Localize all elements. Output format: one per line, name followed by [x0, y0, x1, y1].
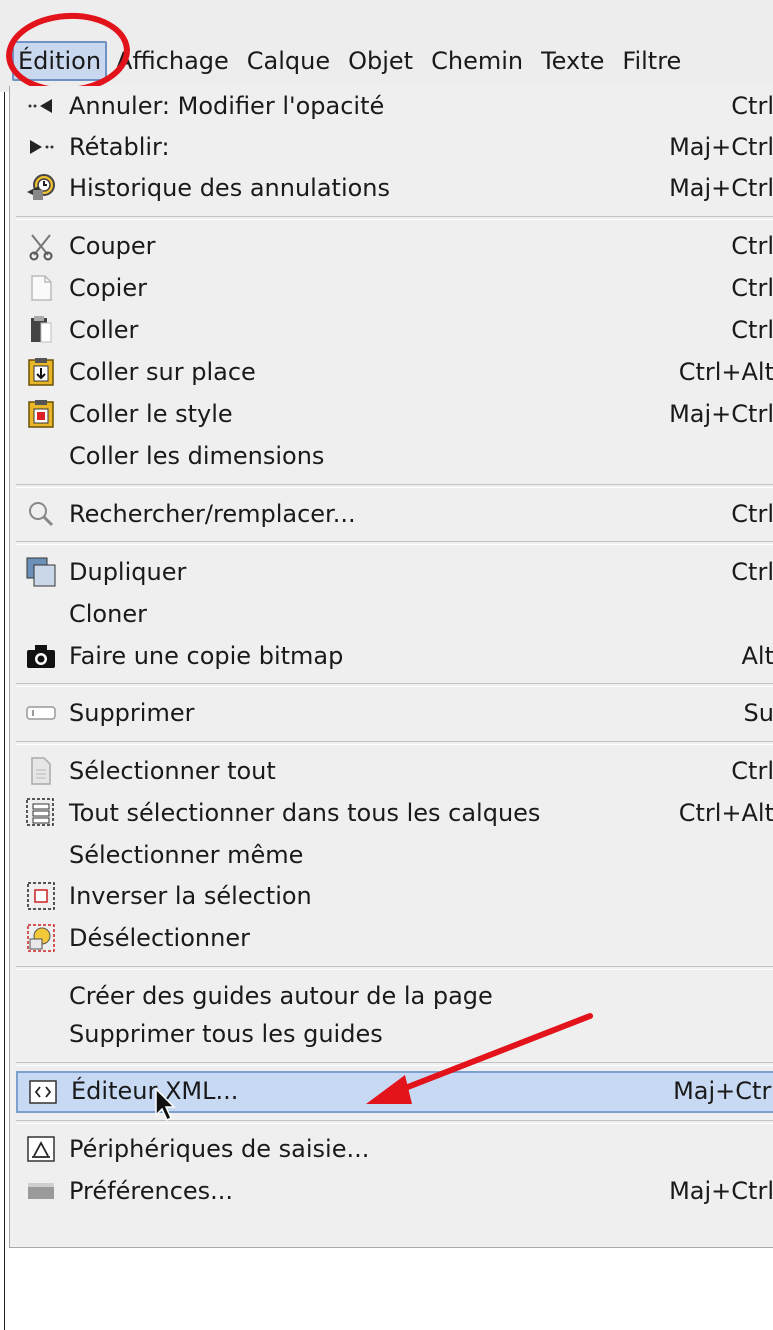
- menu-item-label: Supprimer tous les guides: [69, 1020, 383, 1048]
- menu-item-label: Copier: [69, 274, 147, 302]
- camera-icon: [24, 639, 58, 673]
- window-edge: [0, 92, 5, 1330]
- deselect-icon: [24, 921, 58, 955]
- menu-item-shortcut: Ctrl: [731, 274, 773, 302]
- menu-item-annuler[interactable]: Annuler: Modifier l'opacité Ctrl: [10, 86, 773, 126]
- delete-icon: [24, 696, 58, 730]
- invert-selection-icon: [24, 879, 58, 913]
- menu-item-label: Désélectionner: [69, 924, 250, 952]
- menu-item-shortcut: Maj+Ctrl: [669, 174, 773, 202]
- menu-item-inverser-selection[interactable]: Inverser la sélection: [10, 876, 770, 916]
- menu-item-shortcut: Maj+Ctrl: [669, 133, 773, 161]
- menu-item-coller-sur-place[interactable]: Coller sur place Ctrl+Alt: [10, 352, 773, 392]
- menu-item-shortcut: Ctrl+Alt: [678, 799, 773, 827]
- menu-item-copier[interactable]: Copier Ctrl: [10, 268, 773, 308]
- menu-item-selectionner-tout[interactable]: Sélectionner tout Ctrl: [10, 751, 773, 791]
- menu-item-shortcut: Maj+Ctrl: [669, 400, 773, 428]
- menu-item-shortcut: Ctrl+Alt: [678, 358, 773, 386]
- select-all-layers-icon: [24, 796, 58, 830]
- menu-item-shortcut: Su: [743, 699, 773, 727]
- menu-item-label: Couper: [69, 232, 156, 260]
- menu-item-rechercher[interactable]: Rechercher/remplacer... Ctrl: [10, 494, 773, 534]
- redo-icon: [24, 130, 58, 164]
- menu-item-label: Rechercher/remplacer...: [69, 500, 356, 528]
- edit-dropdown-menu: Annuler: Modifier l'opacité Ctrl Rétabli…: [9, 86, 773, 1248]
- menu-item-label: Annuler: Modifier l'opacité: [69, 92, 385, 120]
- menu-item-shortcut: Ctrl: [731, 92, 773, 120]
- menu-item-shortcut: Ctrl: [731, 232, 773, 260]
- preferences-icon: [24, 1174, 58, 1208]
- search-icon: [24, 497, 58, 531]
- menu-item-dupliquer[interactable]: Dupliquer Ctrl: [10, 552, 773, 592]
- document-icon: [24, 754, 58, 788]
- menu-item-label: Coller le style: [69, 400, 233, 428]
- menu-item-creer-guides[interactable]: Créer des guides autour de la page: [10, 976, 770, 1016]
- menu-item-cloner[interactable]: Cloner: [10, 594, 770, 634]
- menubar: Édition Affichage Calque Objet Chemin Te…: [0, 0, 773, 98]
- menu-item-selectionner-meme[interactable]: Sélectionner même: [10, 835, 770, 875]
- menu-item-label: Préférences...: [69, 1177, 234, 1205]
- xml-editor-icon: [26, 1075, 60, 1109]
- menu-item-label: Rétablir:: [69, 133, 170, 161]
- menu-item-label: Périphériques de saisie...: [69, 1135, 370, 1163]
- menu-item-shortcut: Ctrl: [731, 316, 773, 344]
- menu-item-shortcut: Ctrl: [731, 757, 773, 785]
- menu-item-coller-style[interactable]: Coller le style Maj+Ctrl: [10, 394, 773, 434]
- menu-item-couper[interactable]: Couper Ctrl: [10, 226, 773, 266]
- menu-item-label: Tout sélectionner dans tous les calques: [69, 799, 541, 827]
- copy-icon: [24, 271, 58, 305]
- scissors-icon: [24, 229, 58, 263]
- menu-item-retablir[interactable]: Rétablir: Maj+Ctrl: [10, 127, 773, 167]
- menu-item-label: Historique des annulations: [69, 174, 391, 202]
- menu-item-label: Sélectionner même: [69, 841, 304, 869]
- menu-item-editeur-xml[interactable]: Éditeur XML... Maj+Ctrl: [16, 1071, 773, 1113]
- menu-separator: [16, 966, 773, 970]
- menu-item-peripheriques[interactable]: Périphériques de saisie...: [10, 1129, 770, 1169]
- menu-item-coller-dimensions[interactable]: Coller les dimensions: [10, 436, 770, 476]
- menu-item-copie-bitmap[interactable]: Faire une copie bitmap Alt: [10, 636, 773, 676]
- menu-item-coller[interactable]: Coller Ctrl: [10, 310, 773, 350]
- menu-item-preferences[interactable]: Préférences... Maj+Ctrl: [10, 1171, 773, 1211]
- menu-item-supprimer[interactable]: Supprimer Su: [10, 693, 773, 733]
- menu-item-shortcut: Maj+Ctrl: [669, 1177, 773, 1205]
- undo-icon: [24, 89, 58, 123]
- menu-calque[interactable]: Calque: [238, 41, 339, 81]
- menu-item-label: Coller sur place: [69, 358, 256, 386]
- menu-item-label: Créer des guides autour de la page: [69, 982, 493, 1010]
- menu-item-shortcut: Alt: [741, 642, 773, 670]
- menu-item-label: Sélectionner tout: [69, 757, 276, 785]
- menu-item-label: Coller les dimensions: [69, 442, 325, 470]
- menu-separator: [16, 1120, 773, 1124]
- menu-separator: [16, 484, 773, 488]
- input-devices-icon: [24, 1132, 58, 1166]
- paste-in-place-icon: [24, 355, 58, 389]
- menu-item-shortcut: Maj+Ctrl: [673, 1077, 773, 1105]
- history-icon: [24, 171, 58, 205]
- mouse-cursor-icon: [155, 1087, 176, 1122]
- menu-item-shortcut: Ctrl: [731, 500, 773, 528]
- menu-item-deselectionner[interactable]: Désélectionner: [10, 918, 770, 958]
- menu-separator: [16, 1062, 773, 1066]
- menu-item-shortcut: Ctrl: [731, 558, 773, 586]
- menu-separator: [16, 741, 773, 745]
- menu-filtre[interactable]: Filtre: [613, 41, 690, 81]
- menu-separator: [16, 216, 773, 220]
- menu-item-label: Coller: [69, 316, 139, 344]
- menu-item-label: Cloner: [69, 600, 147, 628]
- menu-item-historique[interactable]: Historique des annulations Maj+Ctrl: [10, 168, 773, 208]
- menu-item-tout-selectionner-calques[interactable]: Tout sélectionner dans tous les calques …: [10, 793, 773, 833]
- menu-item-supprimer-guides[interactable]: Supprimer tous les guides: [10, 1014, 770, 1054]
- paste-icon: [24, 313, 58, 347]
- duplicate-icon: [24, 555, 58, 589]
- menu-item-label: Faire une copie bitmap: [69, 642, 344, 670]
- paste-style-icon: [24, 397, 58, 431]
- menu-separator: [16, 541, 773, 545]
- menu-chemin[interactable]: Chemin: [422, 41, 532, 81]
- menu-item-label: Supprimer: [69, 699, 195, 727]
- menu-texte[interactable]: Texte: [532, 41, 613, 81]
- menu-objet[interactable]: Objet: [339, 41, 422, 81]
- menu-item-label: Inverser la sélection: [69, 882, 312, 910]
- menu-separator: [16, 683, 773, 687]
- menu-item-label: Dupliquer: [69, 558, 187, 586]
